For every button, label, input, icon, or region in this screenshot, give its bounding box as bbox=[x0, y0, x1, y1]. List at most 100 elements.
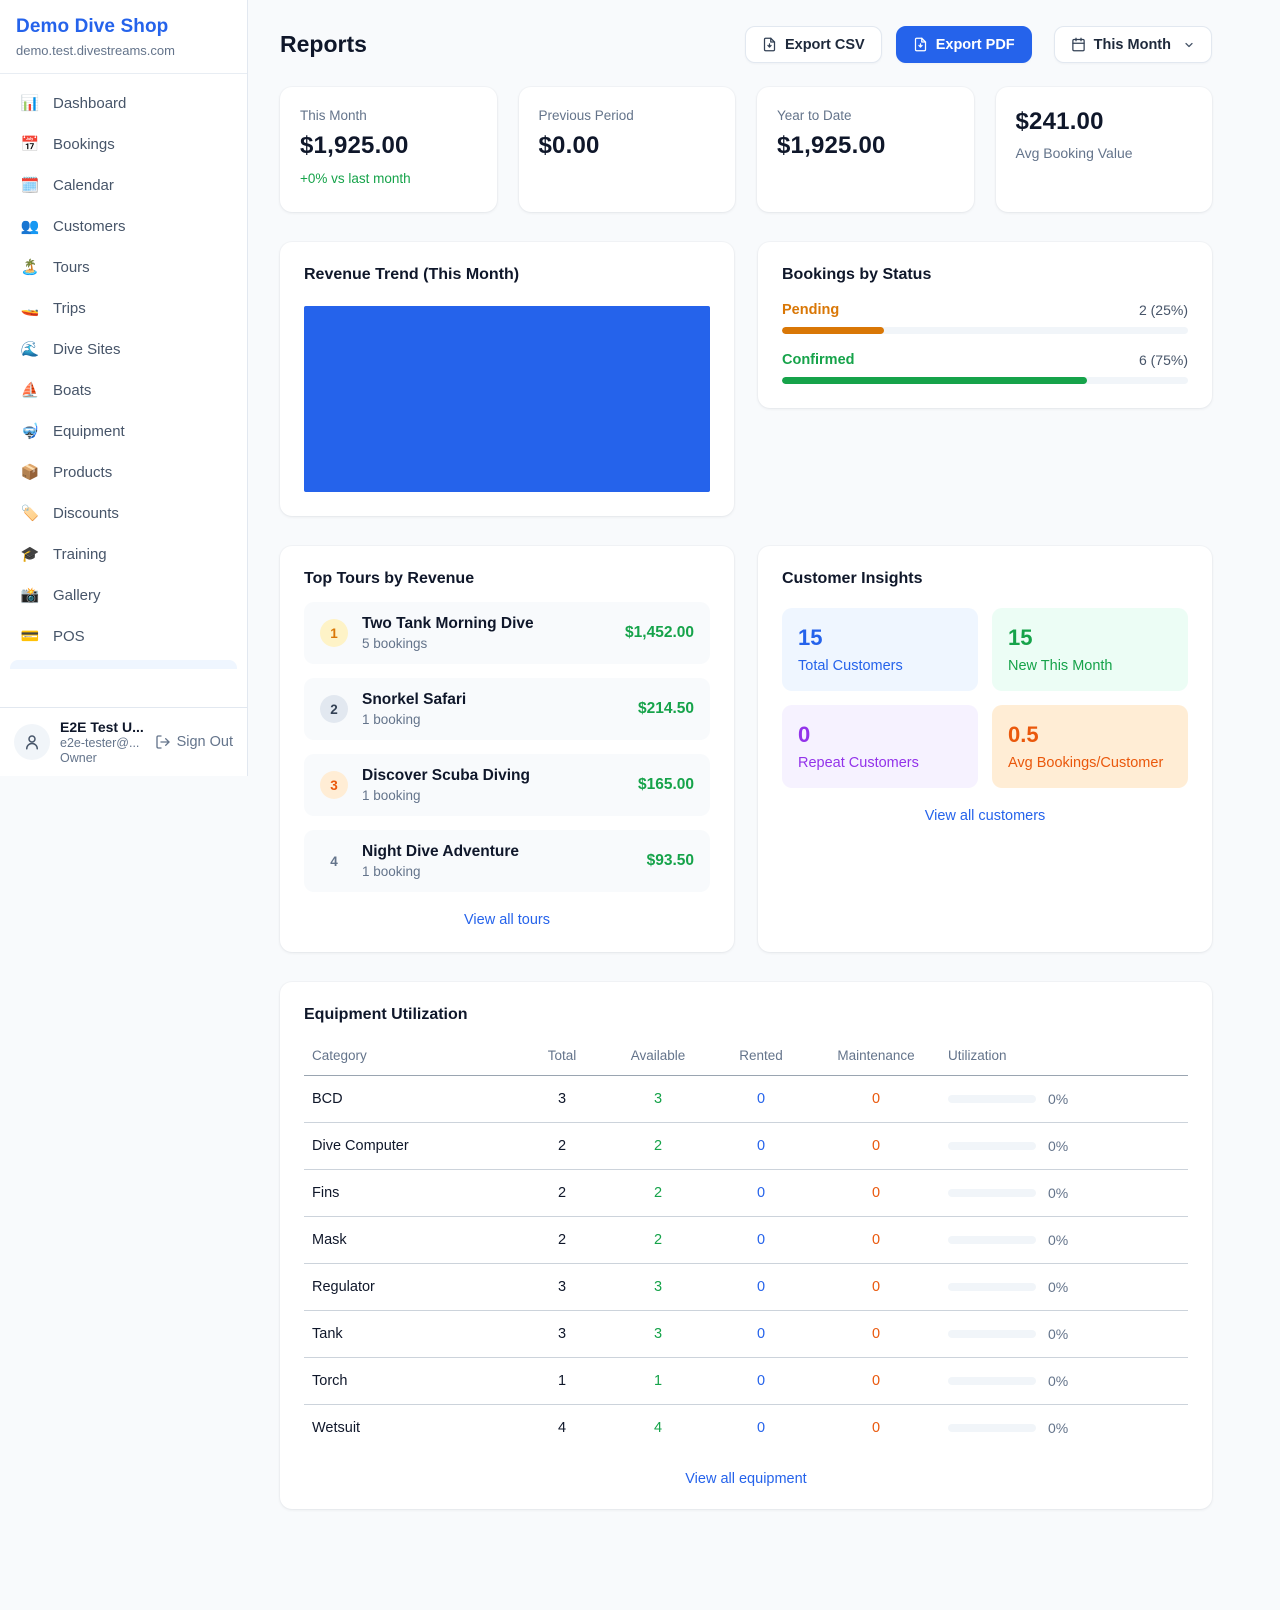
sidebar-item-tours[interactable]: 🏝️ Tours bbox=[10, 250, 237, 284]
tour-revenue: $165.00 bbox=[638, 776, 694, 794]
cell-available: 2 bbox=[606, 1170, 710, 1217]
sidebar-item-label: Dashboard bbox=[53, 95, 126, 112]
sidebar-item-pos[interactable]: 💳 POS bbox=[10, 619, 237, 653]
utilization-percent: 0% bbox=[1048, 1185, 1068, 1201]
stat-value: $1,925.00 bbox=[300, 132, 477, 160]
sidebar-item-calendar[interactable]: 🗓️ Calendar bbox=[10, 168, 237, 202]
view-all-tours-link[interactable]: View all tours bbox=[304, 912, 710, 928]
stat-value: $1,925.00 bbox=[777, 132, 954, 160]
sidebar-item-boats[interactable]: ⛵ Boats bbox=[10, 373, 237, 407]
cell-category: Dive Computer bbox=[304, 1123, 518, 1170]
stat-label: Year to Date bbox=[777, 108, 954, 123]
cell-available: 2 bbox=[606, 1123, 710, 1170]
sidebar-item-dashboard[interactable]: 📊 Dashboard bbox=[10, 86, 237, 120]
insight-value: 0.5 bbox=[1008, 722, 1172, 748]
stats-row: This Month $1,925.00 +0% vs last month P… bbox=[280, 87, 1212, 212]
speedboat-icon: 🚤 bbox=[20, 299, 40, 317]
sidebar-item-products[interactable]: 📦 Products bbox=[10, 455, 237, 489]
sidebar: Demo Dive Shop demo.test.divestreams.com… bbox=[0, 0, 248, 776]
cell-available: 3 bbox=[606, 1311, 710, 1358]
col-header-category: Category bbox=[304, 1036, 518, 1076]
insight-value: 15 bbox=[1008, 625, 1172, 651]
top-tours-card: Top Tours by Revenue 1 Two Tank Morning … bbox=[280, 546, 734, 952]
users-icon: 👥 bbox=[20, 217, 40, 235]
sidebar-header: Demo Dive Shop demo.test.divestreams.com bbox=[0, 0, 247, 74]
sign-out-label: Sign Out bbox=[177, 734, 233, 750]
cell-maintenance: 0 bbox=[812, 1405, 940, 1452]
table-row: Fins 2 2 0 0 0% bbox=[304, 1170, 1188, 1217]
table-row: Dive Computer 2 2 0 0 0% bbox=[304, 1123, 1188, 1170]
header-actions: Export CSV Export PDF This Month bbox=[745, 26, 1212, 63]
cell-category: Fins bbox=[304, 1170, 518, 1217]
sidebar-item-label: Dive Sites bbox=[53, 341, 121, 358]
utilization-track bbox=[948, 1283, 1036, 1291]
cell-category: Torch bbox=[304, 1358, 518, 1405]
export-csv-button[interactable]: Export CSV bbox=[745, 26, 882, 63]
status-row-confirmed: Confirmed 6 (75%) bbox=[782, 352, 1188, 384]
utilization-track bbox=[948, 1142, 1036, 1150]
sidebar-item-bookings[interactable]: 📅 Bookings bbox=[10, 127, 237, 161]
cell-total: 2 bbox=[518, 1217, 606, 1264]
col-header-rented: Rented bbox=[710, 1036, 812, 1076]
stat-value: $0.00 bbox=[539, 132, 716, 160]
sidebar-item-label: POS bbox=[53, 628, 85, 645]
stat-card-this-month: This Month $1,925.00 +0% vs last month bbox=[280, 87, 497, 212]
period-dropdown[interactable]: This Month bbox=[1054, 26, 1212, 63]
tour-row: 1 Two Tank Morning Dive 5 bookings $1,45… bbox=[304, 602, 710, 664]
sidebar-item-trips[interactable]: 🚤 Trips bbox=[10, 291, 237, 325]
tour-name: Snorkel Safari bbox=[362, 691, 624, 709]
export-pdf-button[interactable]: Export PDF bbox=[896, 26, 1032, 63]
sidebar-item-discounts[interactable]: 🏷️ Discounts bbox=[10, 496, 237, 530]
stat-label: Avg Booking Value bbox=[1016, 145, 1193, 161]
label-tag-icon: 🏷️ bbox=[20, 504, 40, 522]
stat-label: Previous Period bbox=[539, 108, 716, 123]
table-row: Tank 3 3 0 0 0% bbox=[304, 1311, 1188, 1358]
sidebar-item-label: Tours bbox=[53, 259, 90, 276]
file-download-icon bbox=[762, 37, 777, 52]
cell-category: Mask bbox=[304, 1217, 518, 1264]
rank-badge: 3 bbox=[320, 771, 348, 799]
insights-row: Top Tours by Revenue 1 Two Tank Morning … bbox=[280, 546, 1212, 952]
utilization-percent: 0% bbox=[1048, 1232, 1068, 1248]
cell-rented: 0 bbox=[710, 1264, 812, 1311]
sidebar-item-label: Gallery bbox=[53, 587, 101, 604]
utilization-track bbox=[948, 1424, 1036, 1432]
cell-rented: 0 bbox=[710, 1311, 812, 1358]
status-label: Pending bbox=[782, 302, 839, 318]
cell-maintenance: 0 bbox=[812, 1123, 940, 1170]
status-value: 6 (75%) bbox=[1139, 352, 1188, 368]
insight-value: 0 bbox=[798, 722, 962, 748]
sidebar-item-reports-partial[interactable] bbox=[10, 660, 237, 669]
sidebar-item-equipment[interactable]: 🤿 Equipment bbox=[10, 414, 237, 448]
view-all-equipment-link[interactable]: View all equipment bbox=[304, 1471, 1188, 1487]
tour-bookings: 1 booking bbox=[362, 712, 624, 727]
col-header-available: Available bbox=[606, 1036, 710, 1076]
tour-bookings: 1 booking bbox=[362, 788, 624, 803]
utilization-percent: 0% bbox=[1048, 1373, 1068, 1389]
top-tours-title: Top Tours by Revenue bbox=[304, 570, 710, 588]
main-content: Reports Export CSV Export PDF This Month… bbox=[248, 0, 1280, 1549]
customer-insights-title: Customer Insights bbox=[782, 570, 1188, 588]
table-row: Mask 2 2 0 0 0% bbox=[304, 1217, 1188, 1264]
sidebar-item-label: Bookings bbox=[53, 136, 115, 153]
sidebar-item-label: Boats bbox=[53, 382, 91, 399]
cell-maintenance: 0 bbox=[812, 1076, 940, 1123]
user-name: E2E Test U... bbox=[60, 719, 144, 735]
sidebar-item-dive-sites[interactable]: 🌊 Dive Sites bbox=[10, 332, 237, 366]
view-all-customers-link[interactable]: View all customers bbox=[782, 808, 1188, 824]
sidebar-user-footer: E2E Test U... e2e-tester@... Owner Sign … bbox=[0, 707, 247, 776]
col-header-total: Total bbox=[518, 1036, 606, 1076]
sidebar-item-gallery[interactable]: 📸 Gallery bbox=[10, 578, 237, 612]
sidebar-item-customers[interactable]: 👥 Customers bbox=[10, 209, 237, 243]
customer-insights-card: Customer Insights 15 Total Customers 15 … bbox=[758, 546, 1212, 952]
status-label: Confirmed bbox=[782, 352, 855, 368]
sign-out-button[interactable]: Sign Out bbox=[155, 734, 233, 750]
equipment-table: Category Total Available Rented Maintena… bbox=[304, 1036, 1188, 1451]
cell-total: 3 bbox=[518, 1076, 606, 1123]
table-row: Wetsuit 4 4 0 0 0% bbox=[304, 1405, 1188, 1452]
cell-maintenance: 0 bbox=[812, 1311, 940, 1358]
sidebar-item-training[interactable]: 🎓 Training bbox=[10, 537, 237, 571]
cell-total: 2 bbox=[518, 1170, 606, 1217]
cell-rented: 0 bbox=[710, 1170, 812, 1217]
utilization-track bbox=[948, 1236, 1036, 1244]
